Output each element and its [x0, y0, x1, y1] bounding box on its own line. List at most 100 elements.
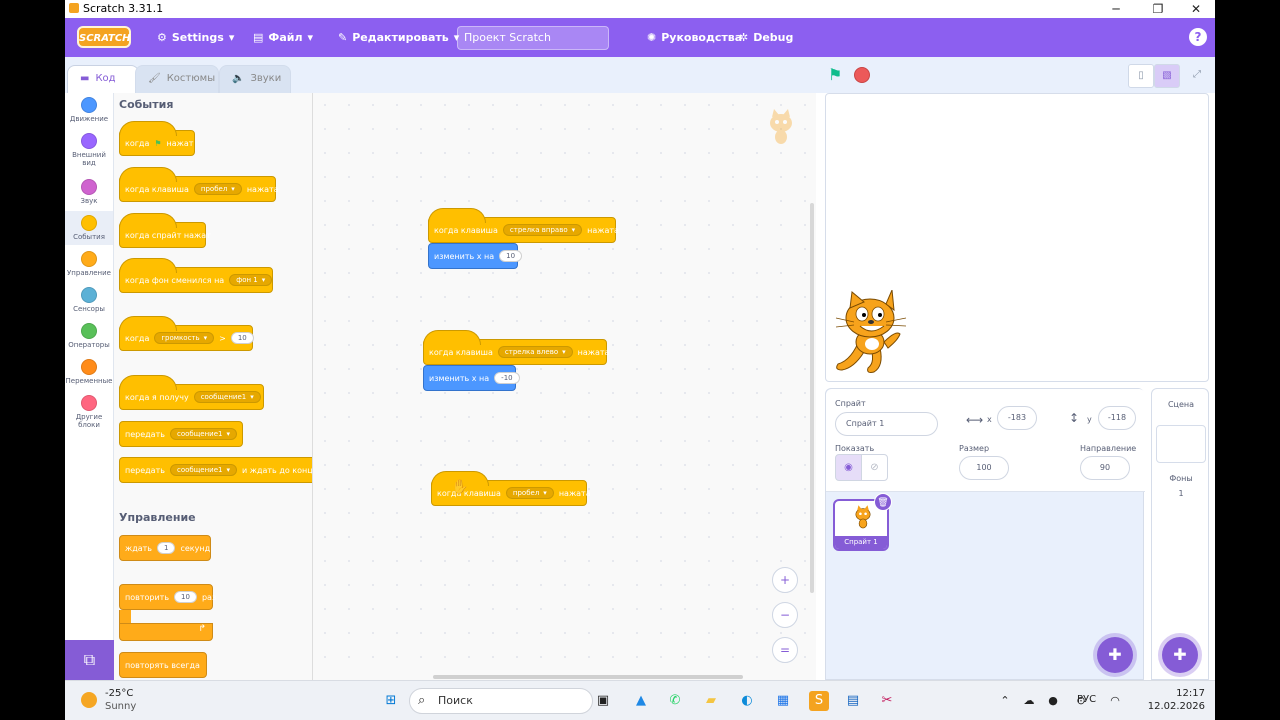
- maximize-button[interactable]: ❐: [1143, 0, 1173, 18]
- tab-costumes[interactable]: 🖌 Костюмы: [135, 65, 219, 93]
- script-when-right-arrow[interactable]: когда клавиша стрелка вправо ▾ нажата: [428, 208, 619, 243]
- stage-canvas[interactable]: [825, 93, 1209, 382]
- number-input[interactable]: -10: [494, 372, 520, 384]
- block-when-backdrop-switches[interactable]: когда фон сменился на фон 1 ▾: [119, 258, 273, 293]
- taskbar-search[interactable]: ⌕ Поиск: [409, 688, 593, 714]
- input-language[interactable]: РУС: [1077, 694, 1096, 705]
- backdrop-dropdown[interactable]: фон 1 ▾: [229, 274, 273, 286]
- category-events[interactable]: События: [65, 211, 113, 245]
- number-input[interactable]: 10: [230, 332, 254, 344]
- green-flag-button[interactable]: ⚑: [828, 67, 846, 83]
- stop-button[interactable]: [854, 67, 870, 83]
- block-broadcast-and-wait[interactable]: передать сообщение1 ▾ и ждать до конца: [119, 457, 312, 483]
- block-when-sprite-clicked[interactable]: когда спрайт нажат: [119, 213, 211, 248]
- choose-sprite-button[interactable]: ✚: [1097, 637, 1133, 673]
- block-broadcast[interactable]: передать сообщение1 ▾: [119, 421, 243, 447]
- block-repeat[interactable]: повторить 10 раз: [119, 584, 216, 610]
- category-motion[interactable]: Движение: [65, 97, 113, 123]
- minimize-button[interactable]: ─: [1101, 0, 1131, 18]
- block-when-key-pressed[interactable]: когда клавиша пробел ▾ нажата: [119, 167, 279, 202]
- loudness-dropdown[interactable]: громкость ▾: [154, 332, 215, 344]
- category-sound[interactable]: Звук: [65, 179, 113, 205]
- backdrop-thumbnail[interactable]: [1156, 425, 1206, 463]
- message-dropdown[interactable]: сообщение1 ▾: [169, 464, 238, 476]
- number-input[interactable]: 10: [499, 250, 523, 262]
- chevron-up-icon[interactable]: ⌃: [995, 691, 1015, 711]
- calendar-icon[interactable]: ▤: [843, 691, 863, 711]
- fullscreen-button[interactable]: ⤢: [1184, 64, 1210, 88]
- workspace-v-scrollbar[interactable]: [810, 203, 814, 593]
- store-icon[interactable]: ▦: [773, 691, 793, 711]
- stage-selector[interactable]: Сцена Фоны 1 ✚: [1151, 388, 1209, 680]
- category-my-blocks[interactable]: Другие блоки: [65, 395, 113, 429]
- cat-sprite[interactable]: [830, 290, 912, 376]
- number-input[interactable]: 1: [157, 542, 176, 554]
- normal-stage-button[interactable]: ▧: [1154, 64, 1180, 88]
- delete-sprite-button[interactable]: 🗑: [874, 493, 892, 511]
- key-dropdown[interactable]: пробел ▾: [505, 487, 554, 499]
- block-change-x[interactable]: изменить х на 10: [428, 243, 523, 269]
- task-view-icon[interactable]: ▣: [593, 691, 613, 711]
- choose-backdrop-button[interactable]: ✚: [1162, 637, 1198, 673]
- direction-input[interactable]: 90: [1080, 456, 1130, 480]
- key-dropdown[interactable]: стрелка влево ▾: [497, 346, 573, 358]
- category-control[interactable]: Управление: [65, 251, 113, 277]
- whatsapp-icon[interactable]: ✆: [665, 691, 685, 711]
- tutorials-button[interactable]: ✺ Руководства: [647, 28, 742, 48]
- zoom-out-button[interactable]: −: [772, 602, 798, 628]
- debug-button[interactable]: ✲ Debug: [739, 28, 793, 48]
- category-looks[interactable]: Внешний вид: [65, 133, 113, 167]
- file-menu[interactable]: ▤ Файл ▾: [253, 28, 313, 48]
- scratch-logo[interactable]: SCRATCH: [77, 26, 131, 48]
- microphone-icon[interactable]: ●: [1043, 691, 1063, 711]
- y-input[interactable]: -118: [1098, 406, 1136, 430]
- size-input[interactable]: 100: [959, 456, 1009, 480]
- scratch-taskbar-icon[interactable]: S: [809, 691, 829, 711]
- message-dropdown[interactable]: сообщение1 ▾: [169, 428, 238, 440]
- block-when-loudness[interactable]: когда громкость ▾ > 10: [119, 316, 254, 351]
- file-explorer-icon[interactable]: ▰: [701, 691, 721, 711]
- clock-date[interactable]: 12.02.2026: [1140, 701, 1205, 712]
- block-when-i-receive[interactable]: когда я получу сообщение1 ▾: [119, 375, 264, 410]
- script-when-left-arrow[interactable]: когда клавиша стрелка влево ▾ нажата: [423, 330, 609, 365]
- edge-icon[interactable]: ◐: [737, 691, 757, 711]
- settings-menu[interactable]: ⚙ Settings ▾: [157, 28, 234, 48]
- category-dot: [81, 133, 97, 149]
- add-extension-button[interactable]: ⧉: [65, 640, 114, 680]
- zoom-in-button[interactable]: +: [772, 567, 798, 593]
- wifi-icon[interactable]: ◠: [1105, 691, 1125, 711]
- photos-icon[interactable]: ▲: [631, 691, 651, 711]
- sprite-name-input[interactable]: Спрайт 1: [835, 412, 938, 436]
- block-when-flag-clicked[interactable]: когда ⚑ нажат: [119, 121, 195, 156]
- small-stage-button[interactable]: ▯: [1128, 64, 1154, 88]
- zoom-reset-button[interactable]: =: [772, 637, 798, 663]
- code-workspace[interactable]: когда клавиша стрелка вправо ▾ нажата изм…: [313, 93, 816, 680]
- message-dropdown[interactable]: сообщение1 ▾: [193, 391, 261, 403]
- clock-time[interactable]: 12:17: [1155, 688, 1205, 699]
- show-sprite-button[interactable]: ◉: [835, 454, 862, 481]
- close-button[interactable]: ✕: [1181, 0, 1211, 18]
- x-input[interactable]: -183: [997, 406, 1037, 430]
- edit-menu[interactable]: ✎ Редактировать ▾: [338, 28, 459, 48]
- help-button[interactable]: ?: [1189, 28, 1207, 46]
- workspace-h-scrollbar[interactable]: [433, 675, 743, 679]
- project-title-input[interactable]: Проект Scratch: [457, 26, 609, 50]
- tab-sounds[interactable]: 🔈 Звуки: [219, 65, 291, 93]
- tab-code[interactable]: ▬ Код: [67, 65, 139, 93]
- key-dropdown[interactable]: пробел ▾: [193, 183, 242, 195]
- block-wait-seconds[interactable]: ждать 1 секунд: [119, 535, 211, 561]
- block-change-x[interactable]: изменить х на -10: [423, 365, 520, 391]
- tab-code-label: Код: [95, 73, 116, 84]
- snipping-tool-icon[interactable]: ✂: [877, 691, 897, 711]
- key-dropdown[interactable]: стрелка вправо ▾: [502, 224, 583, 236]
- category-variables[interactable]: Переменные: [65, 359, 113, 385]
- block-forever[interactable]: повторять всегда: [119, 652, 207, 678]
- category-label: Внешний вид: [72, 151, 106, 167]
- cloud-icon[interactable]: ☁: [1019, 691, 1039, 711]
- dropdown-value: стрелка вправо: [509, 226, 568, 234]
- windows-start-icon[interactable]: ⊞: [381, 691, 401, 711]
- hide-sprite-button[interactable]: ⊘: [861, 454, 888, 481]
- number-input[interactable]: 10: [174, 591, 197, 603]
- category-sensing[interactable]: Сенсоры: [65, 287, 113, 313]
- category-operators[interactable]: Операторы: [65, 323, 113, 349]
